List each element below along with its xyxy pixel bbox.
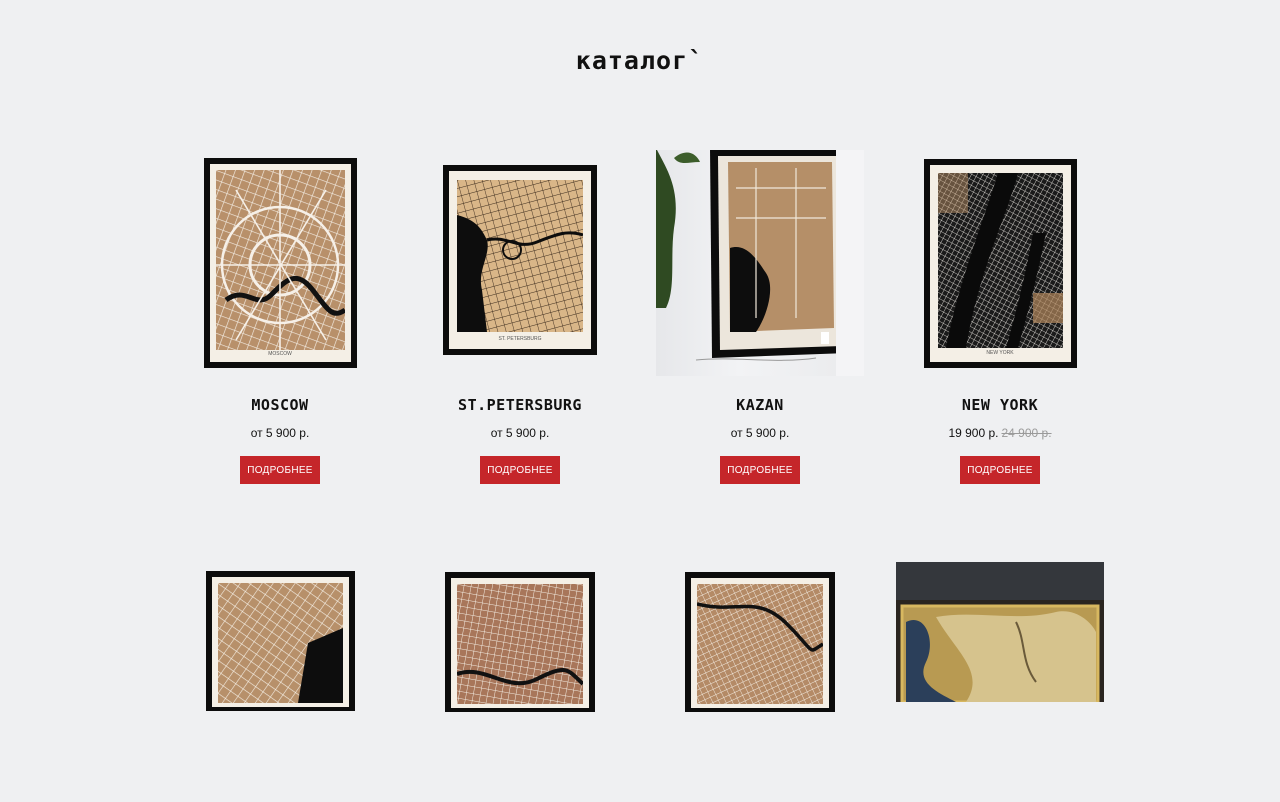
product-image[interactable] (160, 562, 400, 802)
product-card-moscow[interactable]: MOSCOW MOSCOW от 5 900 р. ПОДРОБНЕЕ (160, 150, 400, 484)
product-image[interactable] (880, 562, 1120, 802)
product-name[interactable]: ST.PETERSBURG (400, 396, 640, 414)
product-image[interactable] (640, 150, 880, 390)
map-caption: MOSCOW (268, 351, 292, 357)
map-artwork (457, 584, 583, 704)
product-image[interactable]: MOSCOW (160, 150, 400, 390)
map-caption: ST. PETERSBURG (498, 336, 542, 342)
product-price: от 5 900 р. (250, 426, 310, 440)
product-photo (896, 562, 1104, 702)
product-image[interactable]: ST. PETERSBURG (400, 150, 640, 390)
product-card-kazan[interactable]: KAZAN от 5 900 р. ПОДРОБНЕЕ (640, 150, 880, 484)
product-price: от 5 900 р. (730, 426, 790, 440)
product-price: от 5 900 р. (490, 426, 550, 440)
map-artwork (457, 180, 583, 332)
product-card-row2-2[interactable] (400, 562, 640, 802)
details-button[interactable]: ПОДРОБНЕЕ (480, 456, 560, 484)
product-name[interactable]: NEW YORK (880, 396, 1120, 414)
map-caption: NEW YORK (986, 350, 1014, 356)
product-card-st-petersburg[interactable]: ST. PETERSBURG ST.PETERSBURG от 5 900 р.… (400, 150, 640, 484)
product-price: 19 900 р. 24 900 р. (948, 426, 1052, 440)
product-card-row2-4[interactable] (880, 562, 1120, 802)
details-button[interactable]: ПОДРОБНЕЕ (240, 456, 320, 484)
page-title: каталог` (575, 46, 705, 75)
product-image[interactable] (400, 562, 640, 802)
map-artwork (218, 583, 343, 703)
product-card-new-york[interactable]: NEW YORK NEW YORK 19 900 р. 24 900 р. ПОД… (880, 150, 1120, 484)
product-image[interactable]: NEW YORK (880, 150, 1120, 390)
product-name[interactable]: MOSCOW (160, 396, 400, 414)
product-card-row2-3[interactable] (640, 562, 880, 802)
map-artwork (216, 170, 345, 350)
map-artwork (697, 584, 823, 704)
product-card-row2-1[interactable] (160, 562, 400, 802)
product-photo (656, 150, 864, 376)
old-price: 24 900 р. (1001, 426, 1052, 440)
product-image[interactable] (640, 562, 880, 802)
details-button[interactable]: ПОДРОБНЕЕ (960, 456, 1040, 484)
product-name[interactable]: KAZAN (640, 396, 880, 414)
map-artwork (938, 173, 1063, 348)
details-button[interactable]: ПОДРОБНЕЕ (720, 456, 800, 484)
